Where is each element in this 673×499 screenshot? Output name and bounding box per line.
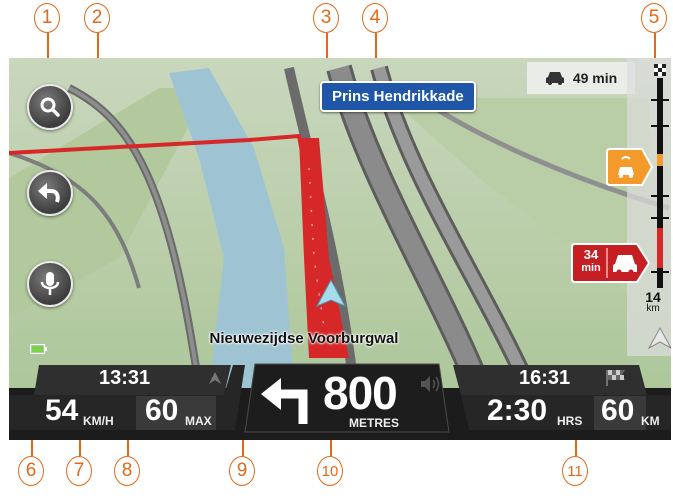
callout-7: 7 [66,456,92,486]
right-info-panel[interactable]: 16:31 2:30 HRS 60 KM [455,362,671,440]
speed-limit: 60 [145,394,179,427]
callout-2: 2 [84,3,110,33]
callout-9: 9 [229,456,255,486]
remaining-distance: 60 [601,394,635,427]
callout-3: 3 [313,3,339,33]
next-street-sign: Prins Hendrikkade [320,81,476,112]
delay-value: 34 [583,247,599,262]
callout-6: 6 [18,456,44,486]
remaining-distance-unit: KM [641,414,660,428]
battery-icon [30,344,47,354]
next-instruction-panel[interactable]: 800 METRES [249,362,449,440]
volume-icon [421,376,440,392]
current-street-name: Nieuwezijdse Voorburgwal [209,330,399,347]
left-info-panel[interactable]: 13:31 54 KM/H 60 MAX [9,362,245,440]
traffic-incident-badge[interactable] [606,147,654,192]
speed-limit-label: MAX [185,414,212,428]
callout-4: 4 [362,3,388,33]
speed-unit: KM/H [83,414,114,428]
back-button[interactable] [27,170,73,216]
search-button[interactable] [27,84,73,130]
instruction-distance: 800 [323,367,398,419]
distance-value: 14 [645,289,661,305]
traffic-delay-time: 49 min [572,70,618,86]
callout-10: 10 [317,456,343,486]
bottom-info-bar: 13:31 54 KM/H 60 MAX 800 METRES 16:31 2:… [9,362,671,440]
car-icon [545,72,564,85]
delay-unit: min [581,262,601,274]
traffic-delay-indicator[interactable]: 49 min [527,62,635,94]
voice-control-button[interactable] [27,261,73,307]
callout-5: 5 [641,3,667,33]
checkered-flag-icon [606,370,625,386]
turn-left-arrow-icon [261,378,308,424]
back-arrow-icon [38,183,60,203]
current-speed: 54 [45,394,79,427]
instruction-distance-unit: METRES [349,416,400,430]
remaining-time: 2:30 [487,394,548,427]
microphone-icon [40,272,60,295]
callout-8: 8 [114,456,140,486]
distance-unit: km [646,303,660,314]
route-bar-position-arrow [647,326,671,350]
search-icon [40,97,60,117]
callout-1: 1 [34,3,60,33]
distance-to-destination: 14 km [635,290,671,314]
arrival-time: 16:31 [519,367,571,389]
callout-11: 11 [562,456,588,486]
remaining-time-unit: HRS [557,414,583,428]
current-time: 13:31 [99,367,151,389]
navigation-screen: Prins Hendrikkade 49 min 14 km 34 min Ni… [9,58,671,440]
